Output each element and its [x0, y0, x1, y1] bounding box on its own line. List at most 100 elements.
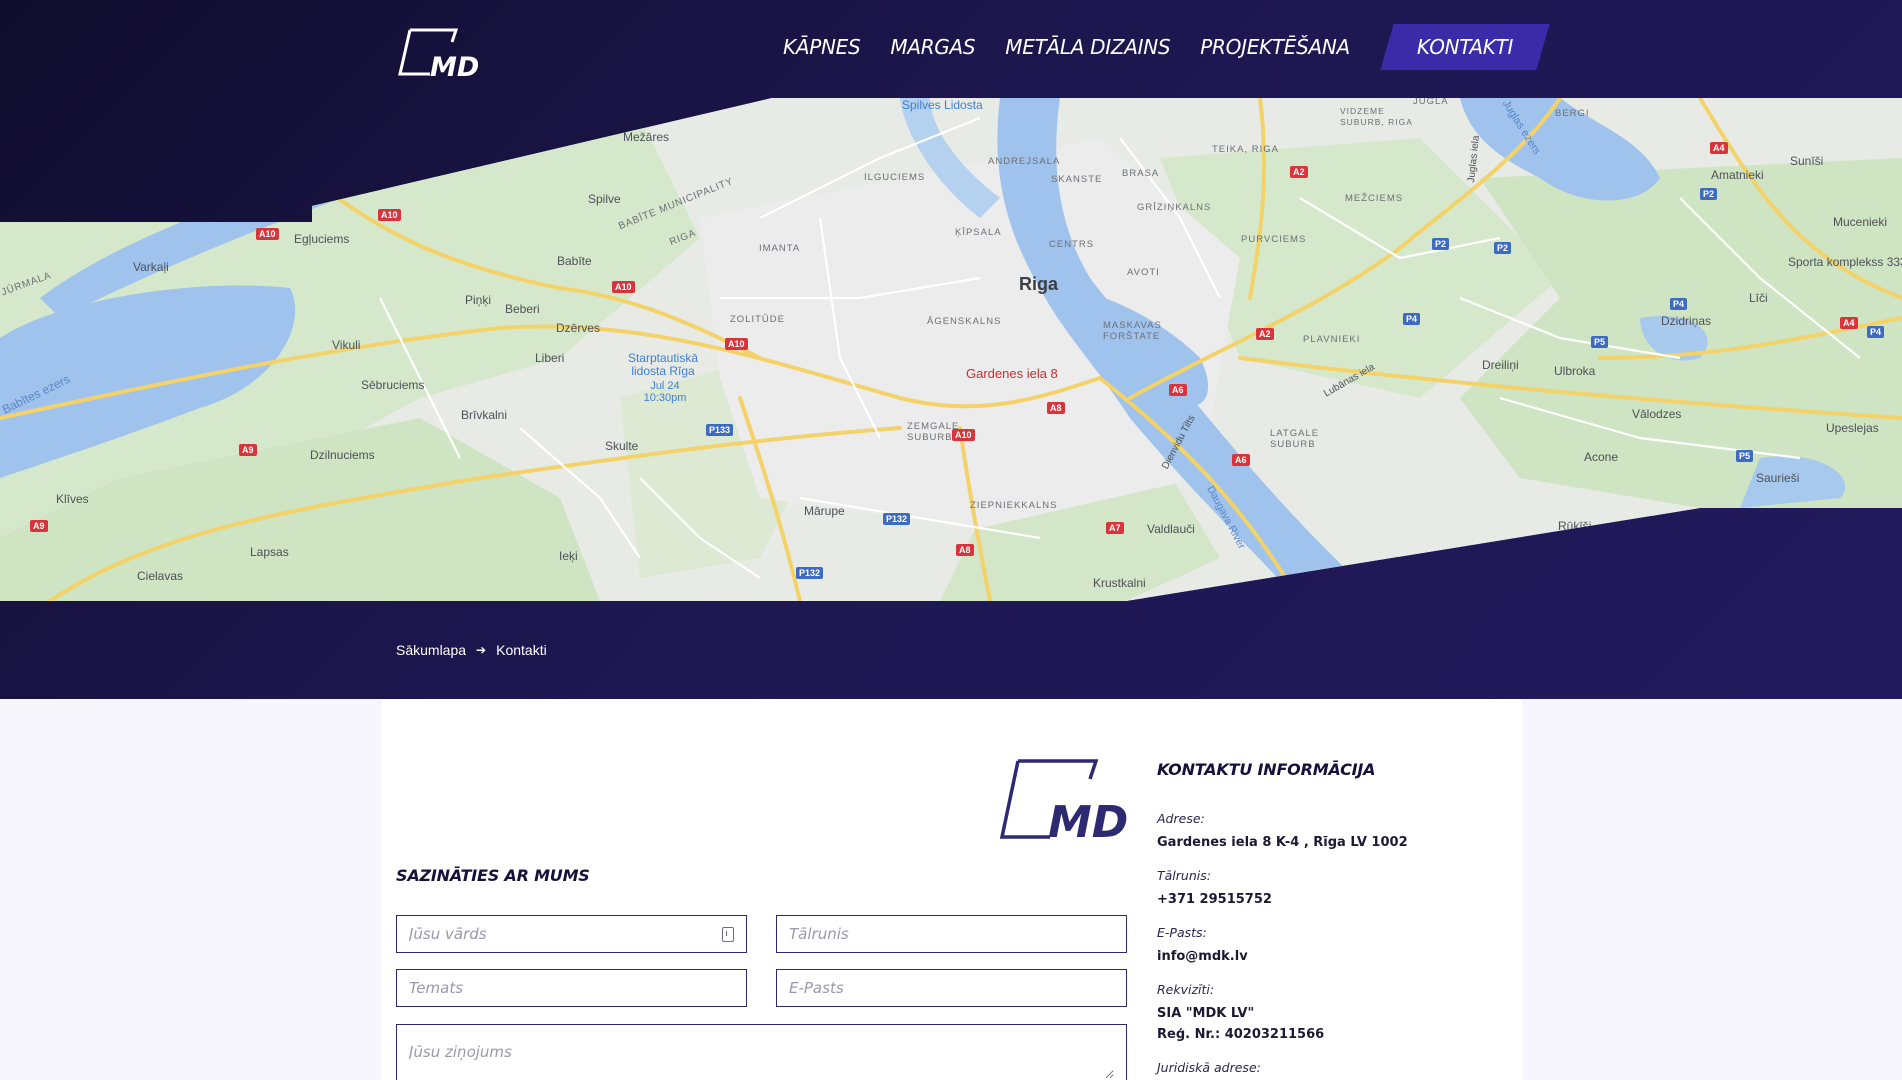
map-place-label: Sunīši	[1790, 154, 1824, 168]
road-badge: A4	[1840, 317, 1858, 329]
nav-item-projektesana[interactable]: PROJEKTĒŠANA	[1200, 35, 1350, 59]
map-place-label: Dreiliņi	[1482, 358, 1519, 372]
map-place-label: Brīvkalni	[461, 408, 508, 422]
message-textarea[interactable]	[409, 1043, 1114, 1079]
map-district-label: PLAVNIEKI	[1303, 334, 1361, 345]
road-badge: P2	[1432, 238, 1450, 250]
top-navigation-bar: MDK KĀPNES MARGAS METĀLA DIZAINS PROJEKT…	[0, 0, 1902, 98]
map-place-label: Babīte	[557, 254, 592, 268]
subject-input[interactable]	[409, 979, 734, 997]
nav-item-kontakti[interactable]: KONTAKTI	[1387, 24, 1543, 70]
mdk-logo[interactable]: MDK	[396, 28, 478, 80]
logo-large-text: MDK	[1048, 797, 1128, 839]
map-place-label: Sēbruciems	[361, 378, 425, 392]
email-label: E-Pasts:	[1157, 925, 1207, 940]
nav-item-metala-dizains[interactable]: METĀLA DIZAINS	[1005, 35, 1170, 59]
road-badge: A6	[1169, 384, 1187, 396]
map-district-label: PURVCIEMS	[1241, 234, 1307, 245]
map-place-label: Līči	[1749, 291, 1768, 305]
road-badge: P5	[1591, 336, 1609, 348]
phone-input[interactable]	[789, 925, 1114, 943]
map-place-label: Spilves Lidosta	[902, 98, 983, 112]
road-badge: A8	[1047, 402, 1065, 414]
email-field[interactable]	[776, 969, 1127, 1007]
road-badge: P4	[1867, 326, 1885, 338]
legal-address-label: Juridiskā adrese:	[1157, 1060, 1261, 1075]
map-place-label: Upeslejas	[1826, 421, 1879, 435]
page-header: Spilves Lidosta Mežāres Spilve Egļuciems…	[0, 0, 1902, 699]
map-place-label: Skulte	[605, 439, 639, 453]
map-place-label: Piņķi	[465, 293, 492, 307]
address-value: Gardenes iela 8 K-4 , Rīga LV 1002	[1157, 835, 1408, 850]
map-district-label: BRASA	[1122, 168, 1160, 179]
map-district-label: ZIEPNIEKKALNS	[970, 500, 1058, 511]
map-place-label: Spilve	[588, 192, 621, 206]
map-district-label: VIDZEME SUBURB, RIGA	[1340, 106, 1413, 127]
map-pin-label: Gardenes iela 8	[966, 366, 1058, 381]
company-name: SIA "MDK LV"	[1157, 1006, 1255, 1021]
nav-item-kontakti-label: KONTAKTI	[1416, 35, 1514, 59]
map-district-label: BERGI	[1555, 108, 1590, 119]
map-place-label: Cielavas	[137, 569, 184, 583]
contact-info-title: KONTAKTU INFORMĀCIJA	[1157, 760, 1376, 779]
subject-field[interactable]	[396, 969, 747, 1007]
message-field[interactable]	[396, 1024, 1127, 1080]
nav-item-margas[interactable]: MARGAS	[890, 35, 975, 59]
map-district-label: SKANSTE	[1051, 174, 1103, 185]
phone-label: Tālrunis:	[1157, 868, 1211, 883]
road-badge: A7	[1106, 522, 1124, 534]
map-pin-icon[interactable]	[0, 98, 26, 134]
map-place-label: Valdlauči	[1147, 522, 1195, 536]
location-map[interactable]: Spilves Lidosta Mežāres Spilve Egļuciems…	[0, 98, 1902, 601]
road-badge: P133	[706, 424, 734, 436]
map-city-label: Riga	[1019, 274, 1059, 294]
map-district-label: MASKAVAS FORŠTATE	[1103, 320, 1162, 342]
road-badge: P5	[1736, 450, 1754, 462]
map-place-label: Dzērves	[556, 321, 601, 335]
map-airport-time: Jul 24 10:30pm	[643, 380, 687, 404]
map-district-label: JUGLA	[1413, 98, 1449, 107]
phone-block: Tālrunis: +371 29515752	[1157, 868, 1272, 910]
map-district-label: ZOLITŪDE	[730, 314, 785, 325]
email-link[interactable]: info@mdk.lv	[1157, 946, 1248, 967]
requisites-block: Rekvizīti: SIA "MDK LV" Reģ. Nr.: 402032…	[1157, 982, 1324, 1045]
map-district-label: ILGUCIEMS	[864, 172, 926, 183]
phone-field[interactable]	[776, 915, 1127, 953]
name-field[interactable]	[396, 915, 747, 953]
breadcrumb-home-link[interactable]: Sākumlapa	[396, 642, 466, 658]
map-place-label: Mežāres	[623, 130, 670, 144]
name-input[interactable]	[409, 925, 714, 943]
breadcrumb-current: Kontakti	[496, 642, 547, 658]
map-place-label: Amatnieki	[1711, 168, 1764, 182]
map-place-label: Klīves	[56, 492, 89, 506]
road-badge: A8	[956, 544, 974, 556]
email-input[interactable]	[789, 979, 1114, 997]
road-badge: P132	[796, 567, 824, 579]
map-place-label: Dzilnuciems	[310, 448, 375, 462]
road-badge: A4	[1710, 142, 1728, 154]
road-badge: A9	[30, 520, 48, 532]
map-place-label: Beberi	[505, 302, 540, 316]
road-badge: A10	[725, 338, 748, 350]
map-district-label: IMANTA	[759, 243, 801, 254]
road-badge: A10	[256, 228, 279, 240]
main-nav: KĀPNES MARGAS METĀLA DIZAINS PROJEKTĒŠAN…	[768, 24, 1558, 70]
road-badge: A10	[952, 429, 975, 441]
map-place-label: Saurieši	[1756, 471, 1800, 485]
nav-item-kapnes[interactable]: KĀPNES	[783, 35, 861, 59]
contact-section: MDK SAZINĀTIES AR MUMS KONTAKTU INFORMĀC…	[382, 699, 1522, 1080]
map-district-label: ĀGENSKALNS	[927, 316, 1002, 327]
map-place-label: Mucenieki	[1833, 215, 1888, 229]
address-label: Adrese:	[1157, 811, 1205, 826]
map-place-label: Mārupe	[804, 504, 845, 518]
arrow-right-icon: ➔	[476, 643, 487, 657]
road-badge: P2	[1494, 242, 1512, 254]
map-place-label: Vālodzes	[1632, 407, 1682, 421]
map-place-label: Ieķi	[559, 549, 578, 563]
phone-link[interactable]: +371 29515752	[1157, 889, 1272, 910]
map-district-label: ANDREJSALA	[988, 156, 1061, 167]
map-airport-label: Starptautiskā lidosta Rīga	[627, 351, 699, 378]
road-badge: P4	[1403, 313, 1421, 325]
map-district-label: MEŽCIEMS	[1345, 193, 1404, 204]
email-block: E-Pasts: info@mdk.lv	[1157, 925, 1248, 967]
